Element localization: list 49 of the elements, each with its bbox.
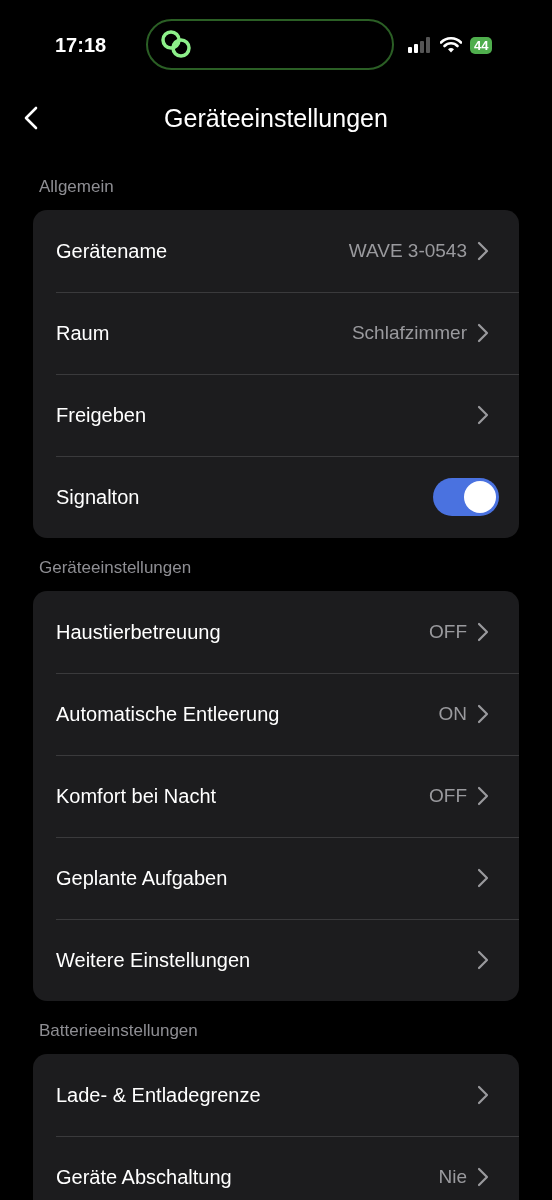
settings-row[interactable]: Gerätename WAVE 3-0543 [33, 210, 519, 292]
settings-row[interactable]: Signalton [33, 456, 519, 538]
settings-row[interactable]: Geräte Abschaltung Nie [33, 1136, 519, 1200]
settings-row[interactable]: Lade- & Entladegrenze [33, 1054, 519, 1136]
settings-row[interactable]: Raum Schlafzimmer [33, 292, 519, 374]
row-label: Raum [56, 321, 110, 345]
chevron-icon [477, 1167, 489, 1187]
row-value: OFF [429, 785, 467, 807]
row-label: Automatische Entleerung [56, 702, 280, 726]
row-value: OFF [429, 621, 467, 643]
chevron-icon [477, 950, 489, 970]
toggle-switch[interactable] [433, 478, 499, 516]
chevron-icon [477, 1085, 489, 1105]
chevron-icon [477, 405, 489, 425]
row-label: Haustierbetreuung [56, 620, 221, 644]
row-label: Komfort bei Nacht [56, 784, 217, 808]
section-title: Batterieeinstellungen [38, 1020, 199, 1042]
row-label: Geräte Abschaltung [56, 1165, 232, 1189]
chevron-icon [477, 704, 489, 724]
settings-row[interactable]: Freigeben [33, 374, 519, 456]
settings-row[interactable]: Weitere Einstellungen [33, 919, 519, 1001]
wifi-icon [440, 37, 462, 53]
row-label: Weitere Einstellungen [56, 948, 251, 972]
row-value: WAVE 3-0543 [348, 240, 467, 262]
settings-row[interactable]: Haustierbetreuung OFF [33, 591, 519, 673]
settings-row[interactable]: Geplante Aufgaben [33, 837, 519, 919]
chevron-icon [477, 868, 489, 888]
battery-level: 44 [470, 36, 493, 54]
link-icon [160, 28, 192, 60]
chevron-icon [477, 622, 489, 642]
settings-row[interactable]: Komfort bei Nacht OFF [33, 755, 519, 837]
status-time: 17:18 [55, 33, 108, 57]
signal-icon [408, 37, 432, 53]
back-button[interactable] [24, 106, 38, 130]
chevron-icon [477, 241, 489, 261]
row-label: Freigeben [56, 403, 147, 427]
row-label: Lade- & Entladegrenze [56, 1083, 261, 1107]
row-label: Geplante Aufgaben [56, 866, 228, 890]
row-label: Gerätename [56, 239, 168, 263]
section-title: Geräteeinstellungen [38, 557, 193, 579]
chevron-icon [477, 323, 489, 343]
chevron-icon [477, 786, 489, 806]
row-value: Nie [438, 1166, 467, 1188]
row-value: ON [438, 703, 467, 725]
settings-row[interactable]: Automatische Entleerung ON [33, 673, 519, 755]
section-title: Allgemein [38, 176, 115, 198]
row-label: Signalton [56, 485, 140, 509]
page-title: Geräteeinstellungen [164, 104, 388, 133]
row-value: Schlafzimmer [351, 322, 467, 344]
